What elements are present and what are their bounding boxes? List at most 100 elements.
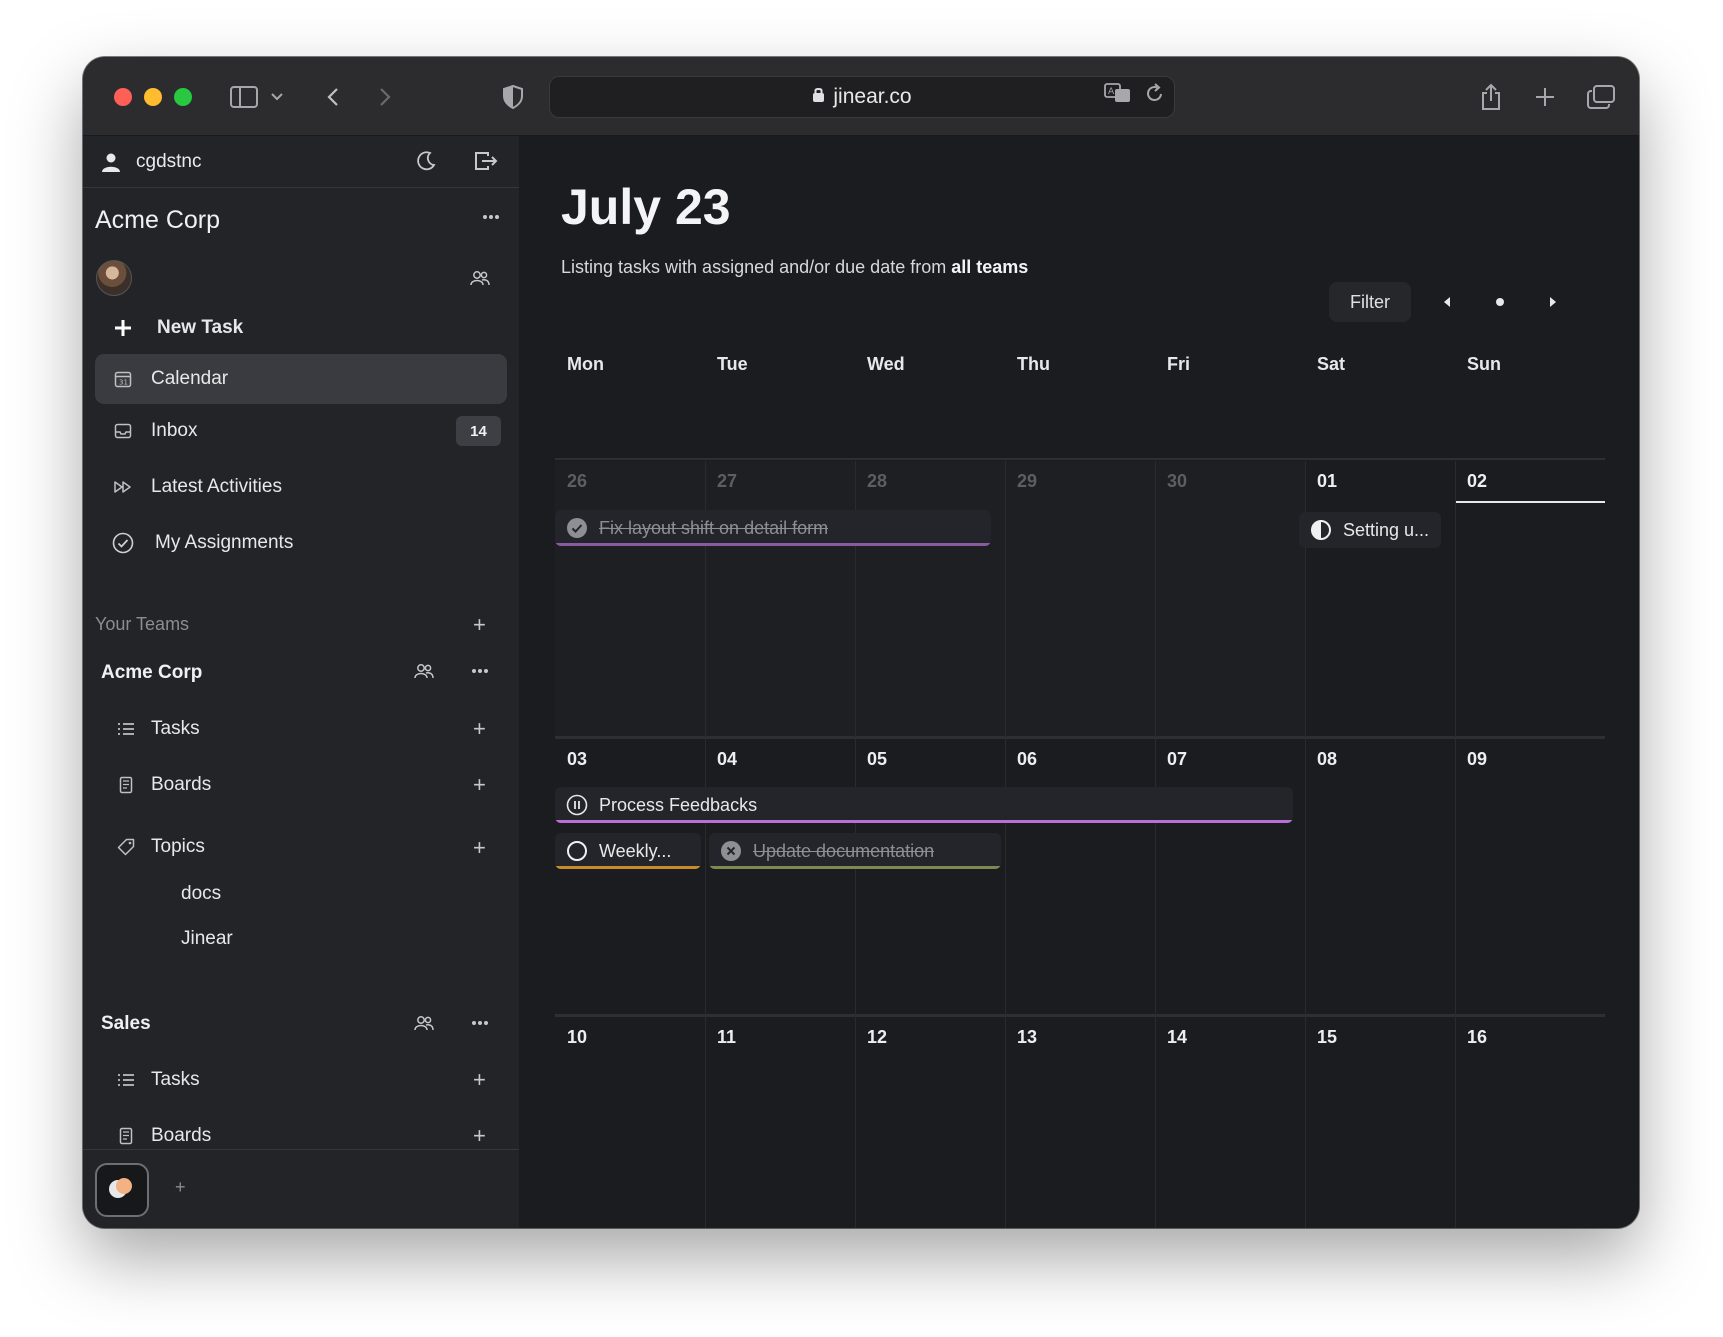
task-update-documentation[interactable]: Update documentation [709,833,1001,869]
day-cell[interactable]: 07 [1155,739,1305,1017]
weekday-header: Wed [867,354,905,374]
task-setting-up[interactable]: Setting u... [1299,512,1441,548]
more-icon[interactable] [482,214,500,220]
boards-label: Boards [151,774,212,795]
forward-icon[interactable] [375,80,395,114]
task-fix-layout-shift[interactable]: Fix layout shift on detail form [555,510,991,546]
day-cell[interactable]: 27 [705,461,855,739]
add-task-button[interactable]: + [473,1069,486,1091]
team-item-boards[interactable]: Boards [101,765,481,805]
calendar-label: Calendar [151,368,229,389]
team-title-sales[interactable]: Sales [101,1013,151,1035]
zoom-window-button[interactable] [174,88,192,106]
day-number: 27 [717,471,738,491]
sidebar-item-my-assignments[interactable]: My Assignments [95,518,507,568]
team-more-icon[interactable] [471,1020,489,1026]
day-divider [1005,461,1006,1228]
team-members-icon[interactable] [414,1015,434,1031]
back-icon[interactable] [323,80,343,114]
svg-text:A: A [1108,87,1115,97]
task-weekly[interactable]: Weekly... [555,833,701,869]
translate-icon[interactable]: A [1104,83,1132,108]
day-number: 16 [1467,1027,1488,1047]
team-title-acme-corp[interactable]: Acme Corp [101,662,202,684]
day-cell[interactable]: 03 [555,739,705,1017]
task-title: Setting u... [1343,519,1430,540]
svg-text:31: 31 [119,379,128,387]
moon-icon[interactable] [415,150,437,172]
day-number: 11 [717,1027,737,1047]
previous-month-button[interactable] [1438,293,1456,311]
sidebar-item-calendar[interactable]: 31 Calendar [95,354,507,404]
new-tab-icon[interactable] [1533,80,1557,114]
day-cell[interactable]: 26 [555,461,705,739]
add-board-button[interactable]: + [473,1125,486,1147]
day-number: 28 [867,471,888,491]
day-number: 29 [1017,471,1038,491]
url-text: jinear.co [833,85,912,108]
task-color-bar [709,866,1001,869]
day-number: 12 [867,1027,888,1047]
day-cell[interactable]: 11 [705,1017,855,1228]
day-cell[interactable]: 06 [1005,739,1155,1017]
team-item-tasks[interactable]: Tasks [101,1060,481,1100]
avatar[interactable] [96,260,132,296]
reload-icon[interactable] [1146,83,1164,108]
day-number: 30 [1167,471,1188,491]
day-cell[interactable]: 28 [855,461,1005,739]
task-process-feedbacks[interactable]: Process Feedbacks [555,787,1293,823]
workspace-button[interactable] [95,1163,149,1217]
sidebar-item-latest-activities[interactable]: Latest Activities [95,462,507,512]
day-cell[interactable]: 08 [1305,739,1455,1017]
team-item-tasks[interactable]: Tasks [101,709,481,749]
day-cell[interactable]: 12 [855,1017,1005,1228]
day-number: 14 [1167,1027,1188,1047]
org-title: Acme Corp [95,206,221,234]
minimize-window-button[interactable] [144,88,162,106]
next-month-button[interactable] [1544,293,1562,311]
add-task-button[interactable]: + [473,718,486,740]
topics-label: Topics [151,836,205,857]
day-number: 08 [1317,749,1338,769]
day-cell[interactable]: 14 [1155,1017,1305,1228]
logout-icon[interactable] [474,150,498,172]
day-cell[interactable]: 04 [705,739,855,1017]
day-cell[interactable]: 29 [1005,461,1155,739]
day-number: 10 [567,1027,588,1047]
check-circle-icon [95,532,151,554]
day-number: 01 [1317,471,1338,491]
team-members-icon[interactable] [414,663,434,679]
members-icon[interactable] [470,270,490,286]
add-team-button[interactable]: + [473,614,486,636]
team-more-icon[interactable] [471,668,489,674]
add-topic-button[interactable]: + [473,837,486,859]
sidebar-item-inbox[interactable]: Inbox 14 [95,406,507,456]
sidebar-toggle-icon[interactable] [229,80,259,114]
day-cell[interactable]: 15 [1305,1017,1455,1228]
day-cell[interactable]: 13 [1005,1017,1155,1228]
day-cell[interactable]: 10 [555,1017,705,1228]
day-cell[interactable]: 05 [855,739,1005,1017]
team-item-topics[interactable]: Topics [101,827,481,867]
day-cell[interactable]: 30 [1155,461,1305,739]
task-color-bar [555,543,991,546]
day-cell[interactable]: 09 [1455,739,1605,1017]
add-board-button[interactable]: + [473,774,486,796]
address-bar[interactable]: jinear.co A [549,76,1175,118]
topic-docs[interactable]: docs [181,883,221,905]
filter-button[interactable]: Filter [1329,282,1411,322]
day-cell[interactable]: 01 [1305,461,1455,739]
new-task-button[interactable]: New Task [95,303,507,353]
task-title: Fix layout shift on detail form [599,517,829,538]
weekday-header: Tue [717,354,748,374]
add-workspace-button[interactable]: + [175,1178,186,1196]
close-window-button[interactable] [114,88,132,106]
topic-jinear[interactable]: Jinear [181,928,233,950]
shield-icon[interactable] [501,80,525,114]
day-cell[interactable]: 16 [1455,1017,1605,1228]
chevron-down-icon[interactable] [269,80,285,114]
tab-overview-icon[interactable] [1586,80,1616,114]
today-button[interactable] [1491,293,1509,311]
subtitle-text: Listing tasks with assigned and/or due d… [561,257,952,277]
share-icon[interactable] [1478,80,1504,114]
